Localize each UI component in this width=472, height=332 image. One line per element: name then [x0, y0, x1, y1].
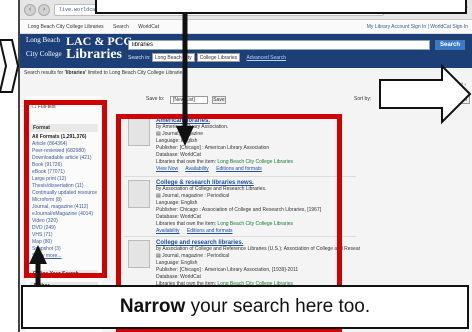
- scope-chip-library[interactable]: Long Beach City: [151, 53, 195, 62]
- advanced-search-link[interactable]: Advanced Search: [247, 55, 286, 61]
- scope-label: Search in:: [128, 55, 151, 61]
- browser-user: Rob Dilaney: [400, 4, 428, 10]
- toolbar-icons[interactable]: ⌂ ★ ⚙: [450, 4, 468, 11]
- address-bar[interactable]: live.worldcat.org/search?q=libraries&dbl…: [54, 4, 384, 16]
- summary-prefix: Search results for: [24, 70, 64, 76]
- browser-chrome: ‹ › live.worldcat.org/search?q=libraries…: [20, 0, 472, 20]
- author-facet-list: American Library Association: [32, 292, 98, 299]
- search-input[interactable]: [128, 40, 430, 50]
- tutorial-figure: ‹ › live.worldcat.org/search?q=libraries…: [0, 0, 472, 332]
- search-button[interactable]: Search: [434, 39, 466, 51]
- library-banner: Long Beach LAC & PCC City College Librar…: [20, 34, 472, 68]
- sort-select[interactable]: Library and Relevance: [382, 96, 435, 104]
- library-logo[interactable]: Long Beach LAC & PCC City College Librar…: [26, 34, 132, 66]
- save-search-button[interactable]: Save Search: [436, 96, 470, 104]
- save-button[interactable]: Save: [212, 96, 226, 104]
- left-arrow-icon: [0, 39, 20, 93]
- search-scope: Search in: Long Beach City College Librar…: [128, 53, 428, 63]
- save-list-select[interactable]: [New List]: [170, 96, 208, 104]
- logo-line1-small: Long Beach: [26, 36, 61, 44]
- logo-line2-big: Libraries: [66, 47, 122, 62]
- save-to-label: Save to:: [146, 96, 165, 102]
- back-icon[interactable]: ‹: [24, 4, 36, 16]
- sort-toolbar: Save to: [New List] Save Sort by: Librar…: [120, 94, 472, 108]
- wc-link-worldcat[interactable]: WorldCat: [138, 24, 159, 30]
- facet-item[interactable]: American Library Association: [32, 292, 98, 299]
- sort-by-label: Sort by:: [354, 96, 372, 102]
- wc-link-library[interactable]: Long Beach City College Libraries: [28, 24, 104, 30]
- summary-term: 'libraries': [64, 70, 87, 76]
- pagination[interactable]: « First ‹ Prev 1 2 3 Next ›: [20, 82, 472, 92]
- forward-icon[interactable]: ›: [38, 4, 50, 16]
- account-links[interactable]: My Library Account Sign In | WorldCat Si…: [367, 20, 468, 34]
- worldcat-bar: Long Beach City College Libraries Search…: [20, 20, 472, 34]
- results-summary: Search results for 'libraries' limited t…: [24, 70, 470, 80]
- summary-suffix: limited to Long Beach City College Libra…: [87, 70, 185, 76]
- facet-highlight-box: [24, 100, 107, 278]
- scope-chip-college[interactable]: College Libraries: [196, 53, 241, 62]
- search-form: Search Search in: Long Beach CityCollege…: [124, 38, 466, 64]
- logo-line2-small: City College: [26, 50, 62, 58]
- results-highlight-box: [116, 114, 342, 332]
- author-facet-title[interactable]: Author: [30, 282, 98, 290]
- wc-link-search[interactable]: Search: [113, 24, 129, 30]
